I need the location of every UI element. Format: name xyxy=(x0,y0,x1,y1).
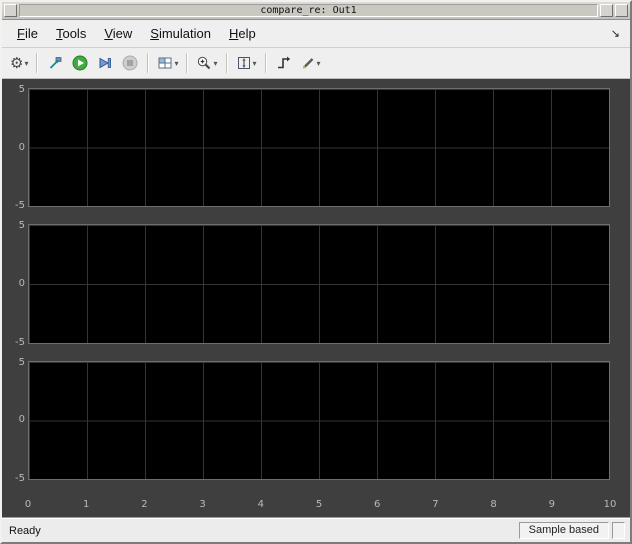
resize-grip[interactable] xyxy=(612,522,625,539)
menu-simulation-key: S xyxy=(150,26,159,41)
toolbar-separator xyxy=(147,53,150,73)
cursor-measurements-icon xyxy=(300,55,316,71)
y-tick-label: 0 xyxy=(18,141,25,153)
layout-button[interactable]: ▾ xyxy=(154,51,181,75)
toolbar-separator xyxy=(36,53,39,73)
stop-button[interactable] xyxy=(118,51,142,75)
sample-mode-indicator: Sample based xyxy=(518,522,609,539)
toolbar-separator xyxy=(186,53,189,73)
x-tick-label: 7 xyxy=(432,498,439,510)
trigger-button[interactable] xyxy=(272,51,296,75)
y-tick-label: 5 xyxy=(18,84,25,95)
dock-arrow-icon[interactable]: ↘ xyxy=(607,27,624,40)
zoom-in-icon xyxy=(196,55,212,71)
menu-view[interactable]: View xyxy=(95,22,141,45)
menu-help[interactable]: Help xyxy=(220,22,265,45)
trigger-icon xyxy=(276,55,292,71)
window-minimize-button[interactable] xyxy=(600,4,613,17)
x-tick-label: 10 xyxy=(603,498,617,510)
toolbar: ⚙ ▾ ▾ ▾ ▾ ▾ xyxy=(2,48,630,79)
chevron-down-icon: ▾ xyxy=(24,58,29,68)
scale-axes-icon xyxy=(236,55,252,71)
chevron-down-icon: ▾ xyxy=(316,58,321,68)
y-tick-label: 0 xyxy=(18,414,25,426)
y-tick-label: -5 xyxy=(15,336,25,348)
x-tick-label: 8 xyxy=(490,498,497,510)
x-tick-label: 3 xyxy=(199,498,206,510)
x-tick-label: 2 xyxy=(141,498,148,510)
menu-file-key: F xyxy=(17,26,25,41)
chevron-down-icon: ▾ xyxy=(174,58,179,68)
chevron-down-icon: ▾ xyxy=(252,58,257,68)
highlight-block-icon xyxy=(47,55,63,71)
y-tick-label: 5 xyxy=(18,356,25,368)
status-bar: Ready Sample based xyxy=(2,518,630,542)
scope-display-panel: 5 0 -5 5 0 -5 5 0 -5 0 1 2 3 4 5 6 7 8 9… xyxy=(2,79,630,518)
axes-1[interactable]: 5 0 -5 xyxy=(15,84,610,211)
run-button[interactable] xyxy=(68,51,92,75)
step-forward-button[interactable] xyxy=(93,51,117,75)
x-tick-label: 5 xyxy=(315,498,323,510)
x-tick-label: 1 xyxy=(83,498,90,510)
highlight-simulink-block-button[interactable] xyxy=(43,51,67,75)
menu-file[interactable]: File xyxy=(8,22,47,45)
axes-2[interactable]: 5 0 -5 xyxy=(15,220,610,348)
chevron-down-icon: ▾ xyxy=(213,58,218,68)
menu-view-rest: iew xyxy=(112,26,133,41)
window-title: compare_re: Out1 xyxy=(19,4,598,17)
window-maximize-button[interactable] xyxy=(615,4,628,17)
stop-icon xyxy=(122,55,138,71)
x-axis-labels: 0 1 2 3 4 5 6 7 8 9 10 xyxy=(24,498,617,513)
y-tick-label: 5 xyxy=(18,220,25,232)
y-tick-label: 0 xyxy=(18,277,25,289)
scale-axes-button[interactable]: ▾ xyxy=(233,51,260,75)
x-tick-label: 4 xyxy=(257,498,264,510)
menu-help-rest: elp xyxy=(238,26,256,41)
step-forward-icon xyxy=(97,55,113,71)
toolbar-separator xyxy=(225,53,228,73)
x-tick-label: 6 xyxy=(374,498,381,510)
menu-simulation[interactable]: Simulation xyxy=(141,22,220,45)
menu-tools-rest: ools xyxy=(62,26,87,41)
y-tick-label: -5 xyxy=(15,472,25,484)
run-icon xyxy=(72,55,88,71)
gear-icon: ⚙ xyxy=(10,54,24,72)
x-tick-label: 9 xyxy=(548,498,555,510)
menu-bar: File Tools View Simulation Help ↘ xyxy=(2,20,630,48)
menu-view-key: V xyxy=(104,26,113,41)
menu-tools[interactable]: Tools xyxy=(47,22,95,45)
settings-button[interactable]: ⚙ ▾ xyxy=(7,51,31,75)
cursor-measurements-button[interactable]: ▾ xyxy=(297,51,324,75)
zoom-button[interactable]: ▾ xyxy=(193,51,220,75)
menu-help-key: H xyxy=(228,26,239,41)
layout-icon xyxy=(157,55,173,71)
window-system-menu-button[interactable] xyxy=(4,4,17,17)
y-tick-label: -5 xyxy=(15,200,25,212)
menu-file-rest: ile xyxy=(24,26,38,41)
axes-3[interactable]: 5 0 -5 xyxy=(15,357,610,484)
toolbar-separator xyxy=(264,53,267,73)
scope-window: compare_re: Out1 File Tools View Simulat… xyxy=(0,0,632,544)
title-bar: compare_re: Out1 xyxy=(2,2,630,20)
menu-simulation-rest: imulation xyxy=(158,26,211,41)
status-text: Ready xyxy=(9,524,41,537)
x-tick-label: 0 xyxy=(24,498,32,510)
